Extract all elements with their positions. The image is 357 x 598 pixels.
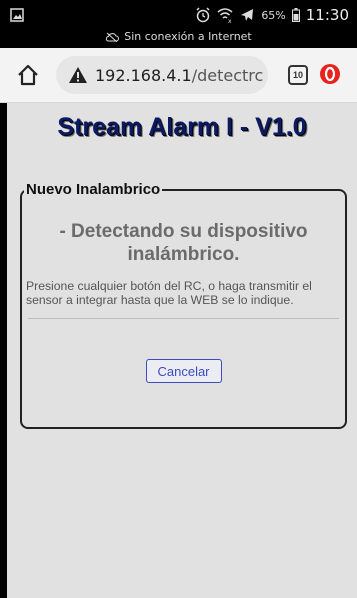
svg-text:x: x: [228, 18, 232, 23]
offline-notice: Sin conexión a Internet: [0, 30, 357, 43]
warning-icon: [69, 67, 87, 83]
new-wireless-panel: Nuevo Inalambrico - Detectando su dispos…: [20, 181, 347, 429]
detecting-heading: - Detectando su dispositivo inalámbrico.: [59, 221, 308, 265]
wifi-off-icon: x: [217, 8, 233, 23]
tabs-button[interactable]: 10: [288, 65, 308, 85]
browser-toolbar: 192.168.4.1/detectrc 10: [0, 48, 357, 103]
offline-text: Sin conexión a Internet: [124, 30, 252, 43]
url-host: 192.168.4.1: [95, 65, 192, 85]
status-bar: x 65% 11:30 Sin conexión a Internet: [0, 0, 357, 48]
cloud-off-icon: [106, 32, 120, 42]
home-icon[interactable]: [16, 63, 40, 87]
divider: [28, 318, 339, 319]
battery-percent: 65%: [261, 8, 286, 22]
clock: 11:30: [305, 6, 349, 24]
battery-icon: [291, 8, 300, 22]
cancel-button[interactable]: Cancelar: [145, 359, 222, 383]
instructions-text: Presione cualquier botón del RC, o haga …: [26, 279, 312, 307]
opera-icon[interactable]: [319, 63, 341, 85]
web-page: Stream Alarm I - V1.0 Nuevo Inalambrico …: [7, 103, 357, 598]
alarm-clock-icon: [196, 7, 210, 23]
tab-count: 10: [292, 70, 303, 80]
url-text: 192.168.4.1/detectrc: [95, 66, 263, 85]
page-title: Stream Alarm I - V1.0: [57, 113, 307, 141]
address-bar[interactable]: 192.168.4.1/detectrc: [56, 56, 268, 94]
status-icons: x 65% 11:30: [195, 6, 349, 24]
panel-legend: Nuevo Inalambrico: [26, 181, 161, 198]
airplane-mode-icon: [241, 9, 254, 21]
gallery-icon: [10, 8, 24, 22]
url-path: /detectrc: [191, 65, 264, 85]
